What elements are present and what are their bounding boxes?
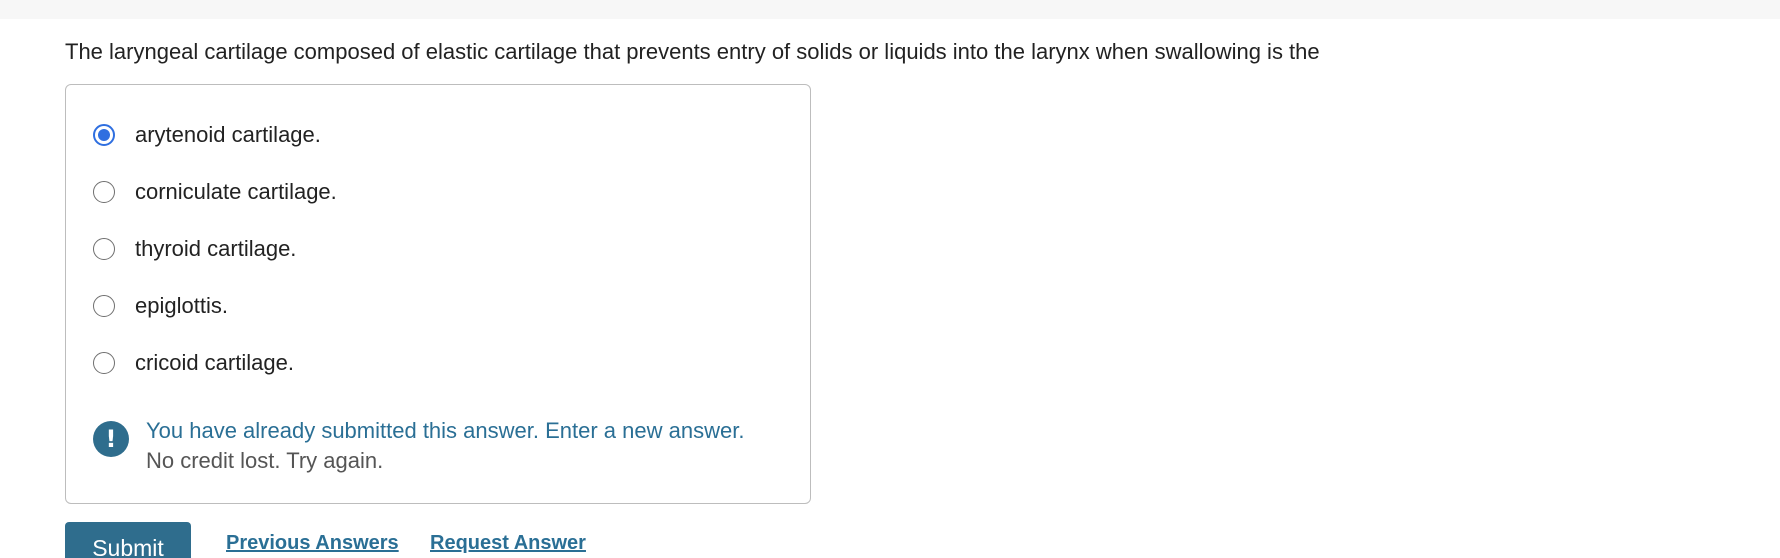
option-label: epiglottis. (135, 293, 228, 318)
radio-button-selected[interactable] (93, 124, 115, 146)
exclamation-icon: ! (93, 421, 129, 457)
option-thyroid[interactable]: thyroid cartilage. (93, 231, 773, 267)
feedback-message: ! You have already submitted this answer… (93, 415, 793, 479)
option-label: cricoid cartilage. (135, 350, 294, 375)
feedback-subtext: No credit lost. Try again. (146, 448, 384, 473)
option-arytenoid[interactable]: arytenoid cartilage. (93, 117, 773, 153)
question-text: The laryngeal cartilage composed of elas… (65, 39, 1320, 64)
previous-answers-link[interactable]: Previous Answers (226, 532, 399, 555)
radio-button[interactable] (93, 238, 115, 260)
radio-button[interactable] (93, 295, 115, 317)
radio-button[interactable] (93, 352, 115, 374)
feedback-text: You have already submitted this answer. … (146, 418, 745, 443)
option-epiglottis[interactable]: epiglottis. (93, 288, 773, 324)
submit-button[interactable]: Submit (65, 522, 191, 558)
option-cricoid[interactable]: cricoid cartilage. (93, 345, 773, 381)
request-answer-link[interactable]: Request Answer (430, 532, 586, 555)
option-label: arytenoid cartilage. (135, 122, 321, 147)
answer-options-box: arytenoid cartilage. corniculate cartila… (65, 84, 811, 504)
option-label: corniculate cartilage. (135, 179, 337, 204)
radio-button[interactable] (93, 181, 115, 203)
option-corniculate[interactable]: corniculate cartilage. (93, 174, 773, 210)
top-bar (0, 0, 1780, 19)
option-label: thyroid cartilage. (135, 236, 297, 261)
